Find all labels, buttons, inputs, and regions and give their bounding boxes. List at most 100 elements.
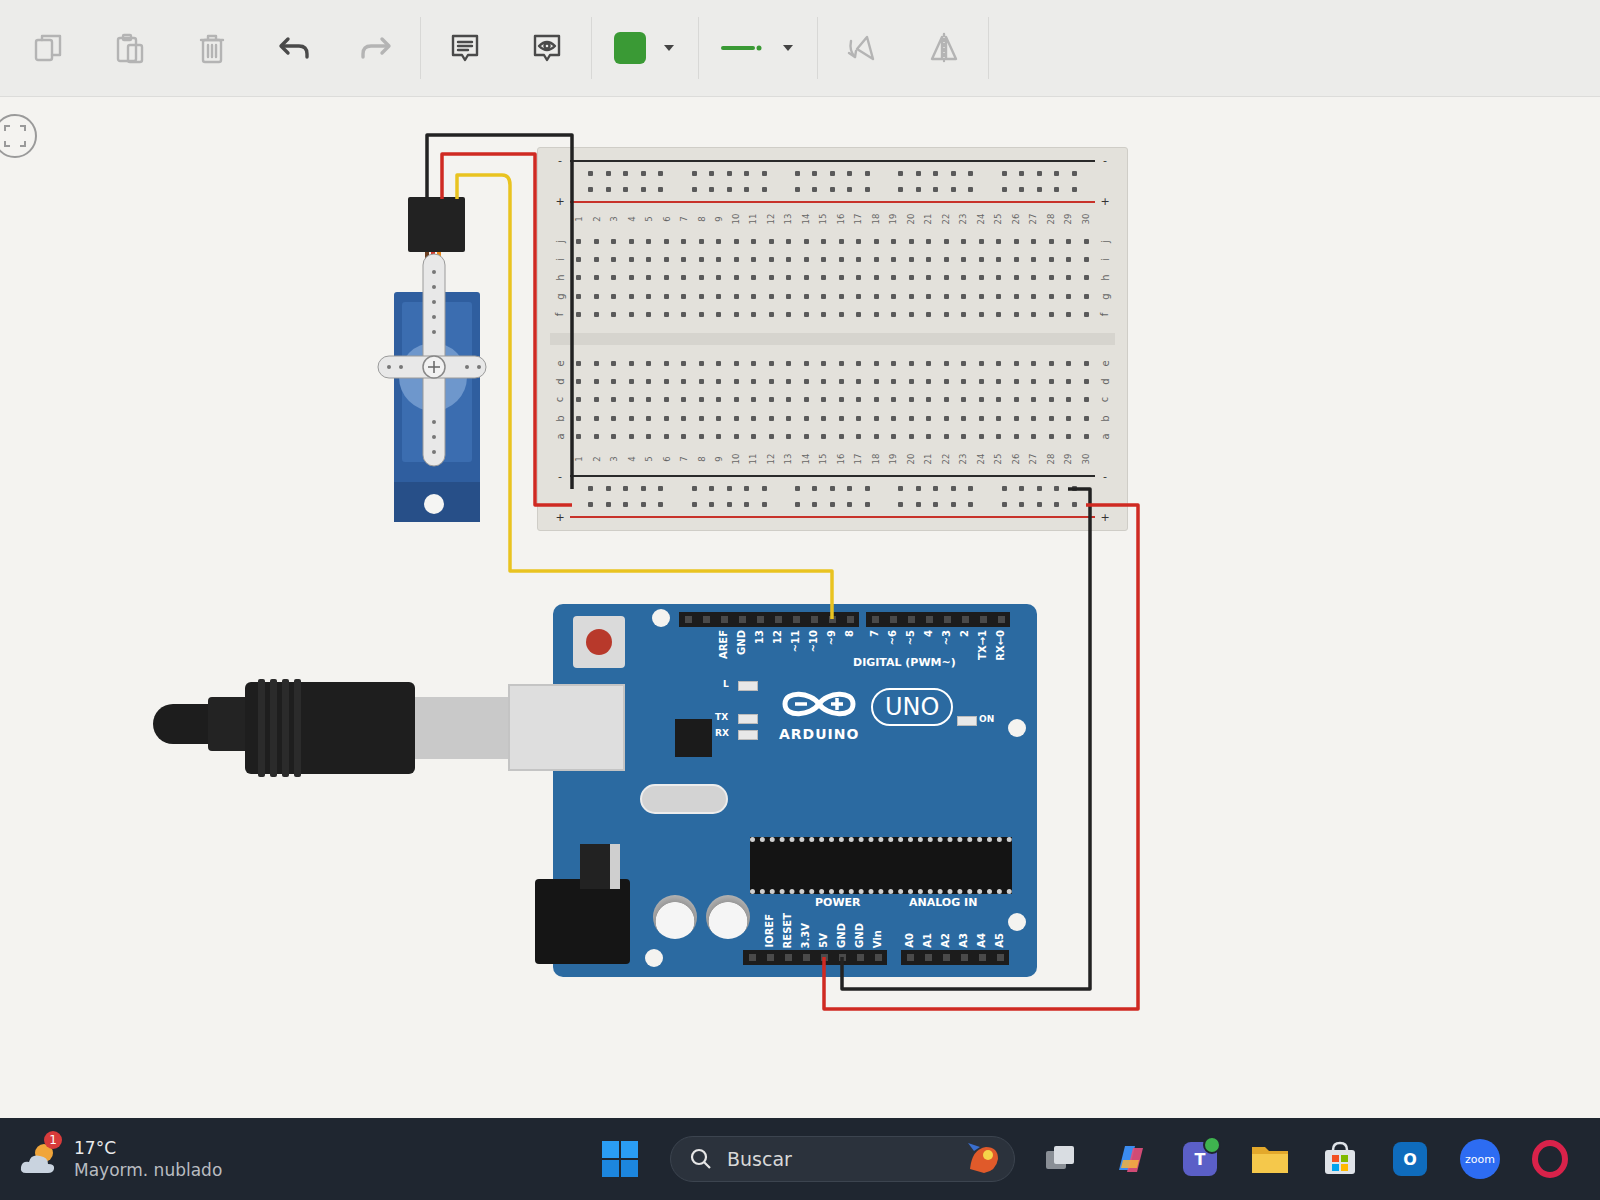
hole[interactable]: [646, 397, 651, 402]
hole[interactable]: [961, 294, 966, 299]
hole[interactable]: [734, 275, 739, 280]
hole[interactable]: [1031, 257, 1036, 262]
hole[interactable]: [979, 434, 984, 439]
hole[interactable]: [812, 502, 817, 507]
hole[interactable]: [821, 416, 826, 421]
hole[interactable]: [681, 239, 686, 244]
hole[interactable]: [996, 239, 1001, 244]
hole[interactable]: [856, 294, 861, 299]
outlook-app[interactable]: O: [1383, 1132, 1437, 1186]
pin[interactable]: [815, 950, 833, 965]
hole[interactable]: [786, 416, 791, 421]
hole[interactable]: [786, 379, 791, 384]
hole[interactable]: [681, 434, 686, 439]
hole[interactable]: [926, 294, 931, 299]
hole[interactable]: [769, 312, 774, 317]
hole[interactable]: [699, 416, 704, 421]
hole[interactable]: [909, 397, 914, 402]
hole[interactable]: [594, 361, 599, 366]
hole[interactable]: [856, 397, 861, 402]
hole[interactable]: [1014, 397, 1019, 402]
hole[interactable]: [699, 275, 704, 280]
hole[interactable]: [629, 416, 634, 421]
hole[interactable]: [865, 486, 870, 491]
hole[interactable]: [968, 486, 973, 491]
hole[interactable]: [1031, 294, 1036, 299]
hole[interactable]: [996, 275, 1001, 280]
hole[interactable]: [1049, 257, 1054, 262]
hole[interactable]: [576, 257, 581, 262]
hole[interactable]: [856, 257, 861, 262]
hole[interactable]: [909, 239, 914, 244]
hole[interactable]: [594, 239, 599, 244]
hole[interactable]: [865, 502, 870, 507]
hole[interactable]: [658, 171, 663, 176]
hole[interactable]: [629, 275, 634, 280]
hole[interactable]: [751, 434, 756, 439]
hole[interactable]: [804, 275, 809, 280]
hole[interactable]: [629, 397, 634, 402]
hole[interactable]: [716, 361, 721, 366]
hole[interactable]: [611, 294, 616, 299]
hole[interactable]: [961, 239, 966, 244]
hole[interactable]: [891, 397, 896, 402]
hole[interactable]: [681, 397, 686, 402]
hole[interactable]: [1014, 239, 1019, 244]
hole[interactable]: [804, 434, 809, 439]
hole[interactable]: [951, 187, 956, 192]
hole[interactable]: [681, 312, 686, 317]
hole[interactable]: [716, 312, 721, 317]
hole[interactable]: [681, 416, 686, 421]
hole[interactable]: [664, 416, 669, 421]
hole[interactable]: [1014, 361, 1019, 366]
hole[interactable]: [762, 187, 767, 192]
hole[interactable]: [804, 312, 809, 317]
hole[interactable]: [699, 434, 704, 439]
hole[interactable]: [968, 171, 973, 176]
hole[interactable]: [576, 312, 581, 317]
hole[interactable]: [909, 361, 914, 366]
hole[interactable]: [1019, 187, 1024, 192]
hole[interactable]: [727, 486, 732, 491]
hole[interactable]: [611, 434, 616, 439]
pin[interactable]: [991, 950, 1009, 965]
hole[interactable]: [909, 257, 914, 262]
hole[interactable]: [744, 486, 749, 491]
hole[interactable]: [1066, 361, 1071, 366]
pin[interactable]: [992, 612, 1010, 627]
hole[interactable]: [804, 294, 809, 299]
wire[interactable]: [824, 505, 1138, 1009]
hole[interactable]: [588, 486, 593, 491]
hole[interactable]: [699, 379, 704, 384]
pin[interactable]: [841, 612, 859, 627]
hole[interactable]: [979, 294, 984, 299]
hole[interactable]: [734, 397, 739, 402]
hole[interactable]: [944, 257, 949, 262]
hole[interactable]: [898, 486, 903, 491]
hole[interactable]: [727, 502, 732, 507]
hole[interactable]: [1019, 502, 1024, 507]
hole[interactable]: [658, 502, 663, 507]
hole[interactable]: [658, 486, 663, 491]
hole[interactable]: [839, 416, 844, 421]
copy-button[interactable]: [22, 22, 74, 74]
hole[interactable]: [1049, 361, 1054, 366]
hole[interactable]: [576, 275, 581, 280]
hole[interactable]: [594, 379, 599, 384]
weather-widget[interactable]: 1 17°C Mayorm. nublado: [0, 1138, 590, 1180]
hole[interactable]: [909, 275, 914, 280]
hole[interactable]: [786, 397, 791, 402]
hole[interactable]: [646, 312, 651, 317]
hole[interactable]: [961, 312, 966, 317]
hole[interactable]: [594, 294, 599, 299]
pin[interactable]: [869, 950, 887, 965]
hole[interactable]: [588, 171, 593, 176]
hole[interactable]: [664, 397, 669, 402]
notes-visibility-button[interactable]: [521, 22, 573, 74]
hole[interactable]: [762, 502, 767, 507]
hole[interactable]: [926, 257, 931, 262]
hole[interactable]: [699, 397, 704, 402]
hole[interactable]: [996, 434, 1001, 439]
hole[interactable]: [979, 361, 984, 366]
hole[interactable]: [751, 257, 756, 262]
